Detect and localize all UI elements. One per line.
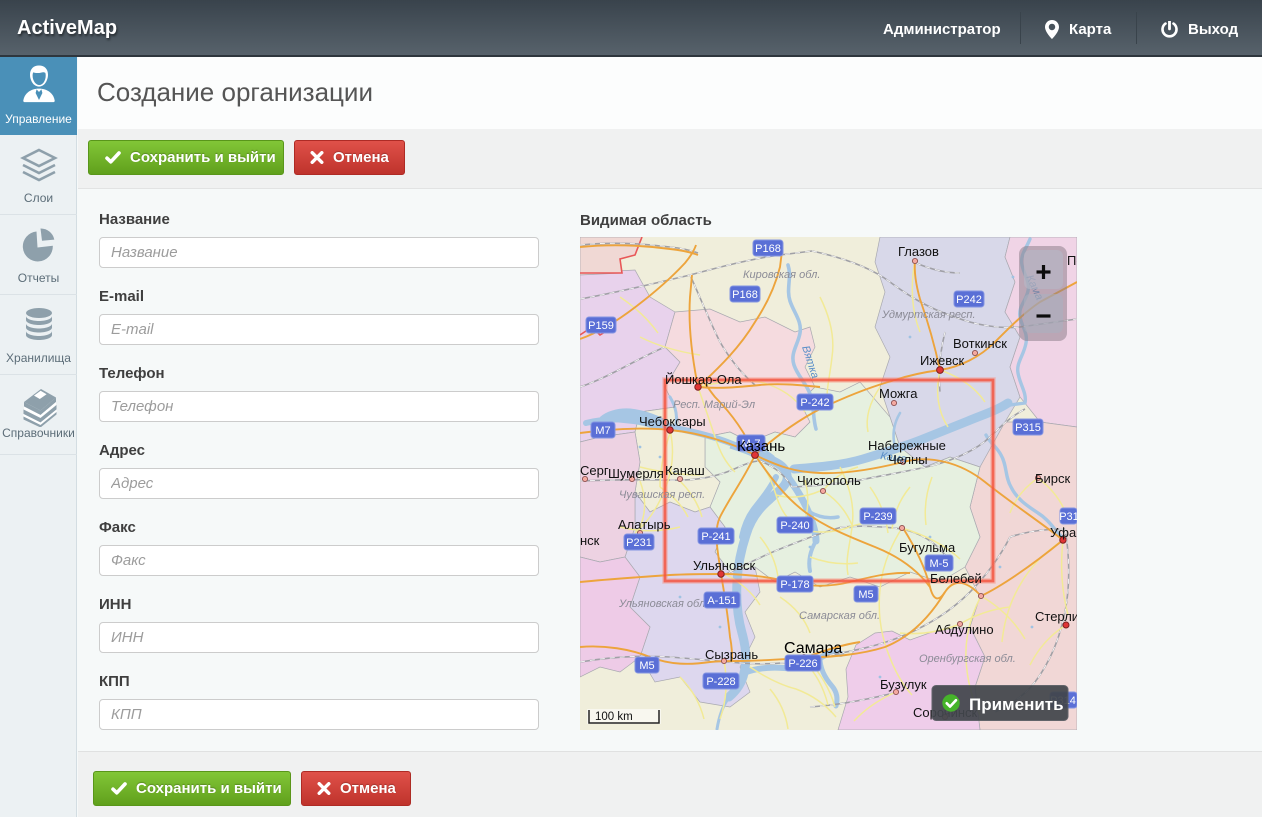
svg-text:Сызрань: Сызрань xyxy=(705,647,758,662)
svg-text:Алатырь: Алатырь xyxy=(618,517,671,532)
svg-text:Серг: Серг xyxy=(580,463,609,478)
svg-text:Чувашская респ.: Чувашская респ. xyxy=(619,489,705,501)
svg-text:Самара: Самара xyxy=(784,640,842,657)
svg-text:М5: М5 xyxy=(639,660,654,672)
svg-text:Кировская обл.: Кировская обл. xyxy=(743,269,820,281)
svg-text:А-151: А-151 xyxy=(707,595,736,607)
svg-text:Р-242: Р-242 xyxy=(800,397,829,409)
svg-text:Применить: Применить xyxy=(969,695,1064,714)
svg-text:Ижевск: Ижевск xyxy=(920,353,965,368)
svg-text:Самарская обл.: Самарская обл. xyxy=(799,610,880,622)
svg-text:Набережные: Набережные xyxy=(868,438,946,453)
svg-text:Бугульма: Бугульма xyxy=(899,540,956,555)
svg-text:Р231: Р231 xyxy=(626,537,652,549)
svg-text:Р-240: Р-240 xyxy=(780,520,809,532)
svg-text:М5: М5 xyxy=(858,589,873,601)
svg-text:Йошкар-Ола: Йошкар-Ола xyxy=(665,372,742,387)
svg-text:Р31: Р31 xyxy=(1059,511,1077,523)
svg-text:Ульяновская обл.: Ульяновская обл. xyxy=(618,598,708,610)
svg-text:Респ. Марий-Эл: Респ. Марий-Эл xyxy=(673,399,755,411)
svg-text:Ульяновск: Ульяновск xyxy=(693,558,755,573)
svg-text:Р-241: Р-241 xyxy=(701,531,730,543)
svg-text:Чебоксары: Чебоксары xyxy=(639,414,706,429)
svg-text:Пе: Пе xyxy=(1067,253,1077,268)
svg-text:Казань: Казань xyxy=(737,438,785,455)
svg-text:Р-226: Р-226 xyxy=(788,658,817,670)
svg-text:Уфа: Уфа xyxy=(1050,525,1077,540)
svg-text:Р-228: Р-228 xyxy=(706,676,735,688)
svg-text:Оренбургская обл.: Оренбургская обл. xyxy=(919,653,1016,665)
svg-text:М7: М7 xyxy=(595,425,610,437)
svg-text:Удмуртская респ.: Удмуртская респ. xyxy=(881,309,976,321)
svg-text:Шумерля: Шумерля xyxy=(608,466,664,481)
svg-text:Можга: Можга xyxy=(879,386,918,401)
svg-text:Р168: Р168 xyxy=(755,243,781,255)
svg-text:Белебей: Белебей xyxy=(930,571,982,586)
svg-text:Бузулук: Бузулук xyxy=(880,677,927,692)
svg-text:Р315: Р315 xyxy=(1015,422,1041,434)
svg-text:Челны: Челны xyxy=(888,452,928,467)
svg-text:Чистополь: Чистополь xyxy=(797,473,861,488)
svg-text:Канаш: Канаш xyxy=(665,463,705,478)
svg-text:Стерлита: Стерлита xyxy=(1035,609,1077,624)
svg-text:Бирск: Бирск xyxy=(1035,471,1071,486)
svg-text:Р159: Р159 xyxy=(588,320,614,332)
svg-text:Р242: Р242 xyxy=(956,294,982,306)
svg-text:Глазов: Глазов xyxy=(898,244,939,259)
svg-text:Абдулино: Абдулино xyxy=(935,622,994,637)
svg-text:Р-239: Р-239 xyxy=(863,511,892,523)
svg-text:100 km: 100 km xyxy=(595,711,633,723)
svg-text:Р168: Р168 xyxy=(732,289,758,301)
svg-text:Р-178: Р-178 xyxy=(780,579,809,591)
svg-text:нск: нск xyxy=(580,533,600,548)
svg-text:Воткинск: Воткинск xyxy=(953,336,1007,351)
svg-text:М-5: М-5 xyxy=(930,558,949,570)
